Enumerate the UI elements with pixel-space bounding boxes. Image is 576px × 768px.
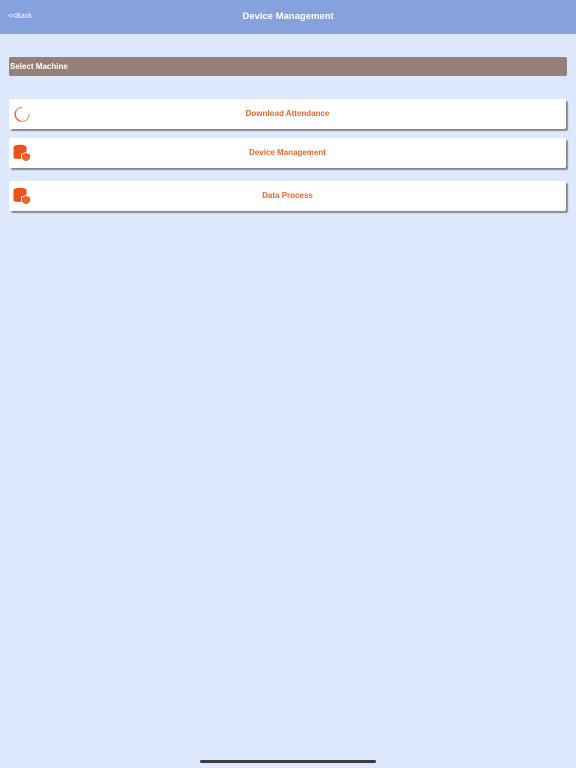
select-machine-button[interactable]: Select Machine [9,57,567,76]
download-attendance-button[interactable]: Download Attendance [9,99,566,129]
download-attendance-label: Download Attendance [245,109,330,118]
data-process-label: Data Process [262,191,313,200]
navigation-bar: <<Back Device Management [0,0,576,34]
select-machine-label: Select Machine [10,62,68,71]
device-management-label: Device Management [249,148,326,157]
data-process-button[interactable]: Data Process [9,181,566,211]
device-management-button[interactable]: Device Management [9,138,566,168]
page-title: Device Management [242,11,334,22]
home-indicator[interactable] [200,760,376,763]
